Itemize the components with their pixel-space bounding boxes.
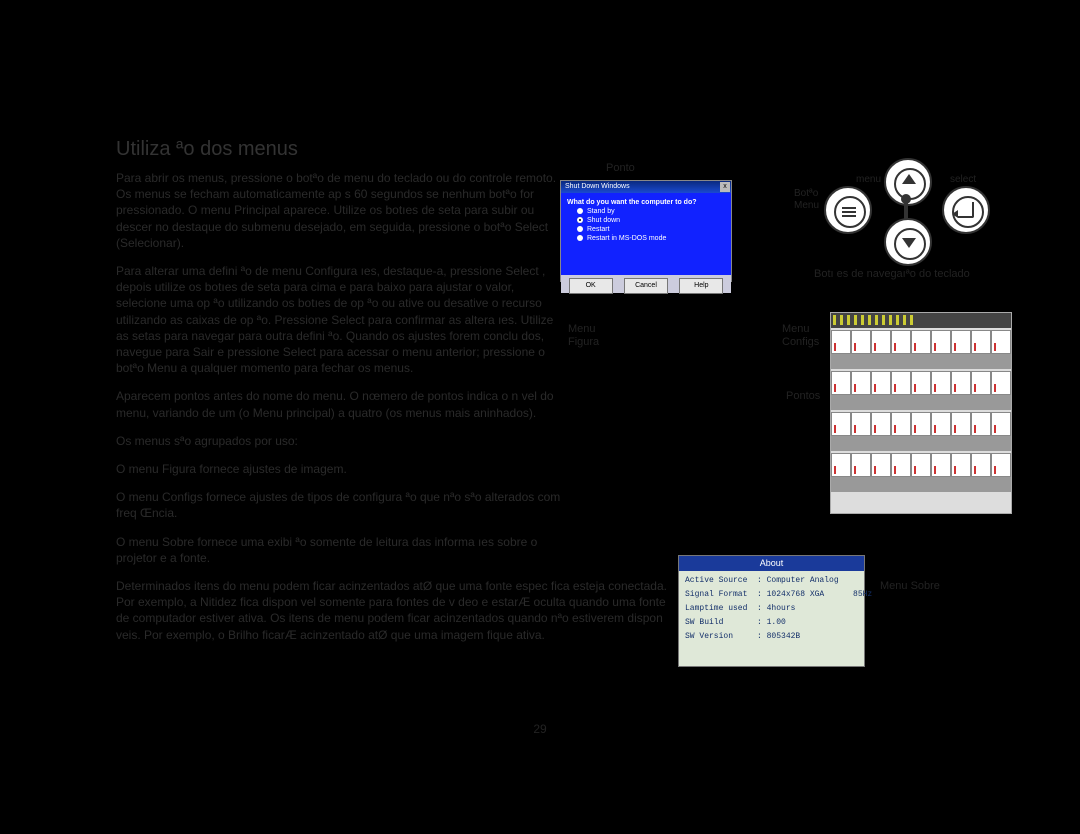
about-row: SW Build : 1.00: [685, 618, 858, 627]
about-row: SW Version : 805342B: [685, 632, 858, 641]
label-botao: Botªo: [794, 188, 818, 199]
radio-option: Restart: [577, 226, 725, 233]
screenshot-main-menu: Shut Down Windows x What do you want the…: [560, 180, 732, 282]
menu-icon: [842, 205, 858, 219]
enter-icon: [958, 202, 974, 218]
about-row: Lamptime used : 4hours: [685, 604, 858, 613]
bullet: O menu Sobre fornece uma exibi ªo soment…: [116, 534, 566, 566]
opt-label: Restart in MS-DOS mode: [587, 235, 666, 242]
label-botao-menu: Menu: [794, 200, 819, 211]
select-button[interactable]: [942, 186, 990, 234]
paragraph: Determinados itens do menu podem ficar a…: [116, 578, 676, 643]
about-row: Signal Format : 1024x768 XGA 85Hz: [685, 590, 858, 599]
configs-bar: [831, 477, 1011, 492]
configs-row: [831, 453, 1011, 477]
about-body: Active Source : Computer Analog Signal F…: [679, 571, 864, 651]
configs-row: [831, 371, 1011, 395]
page-title: Utiliza ªo dos menus: [116, 138, 298, 161]
about-row: Active Source : Computer Analog: [685, 576, 858, 585]
bullet: O menu Configs fornece ajustes de tipos …: [116, 489, 566, 521]
label-menu-sobre: Menu Sobre: [880, 580, 940, 592]
nav-down-button[interactable]: [884, 218, 932, 266]
window-title: Shut Down Windows: [565, 183, 630, 190]
label-select-small: select: [950, 174, 976, 185]
chevron-down-icon: [902, 238, 916, 248]
configs-bar: [831, 395, 1011, 410]
screenshot-about-menu: About Active Source : Computer Analog Si…: [678, 555, 865, 667]
dialog-body: What do you want the computer to do? Sta…: [561, 193, 731, 275]
label-ponto: Ponto: [606, 162, 635, 174]
paragraph: Para alterar uma defini ªo de menu Confi…: [116, 263, 566, 376]
configs-row: [831, 330, 1011, 354]
page-number: 29: [0, 722, 1080, 736]
bullet: O menu Figura fornece ajustes de imagem.: [116, 461, 566, 477]
ok-button: OK: [569, 278, 613, 294]
dialog-question: What do you want the computer to do?: [567, 199, 725, 206]
radio-option: Restart in MS-DOS mode: [577, 235, 725, 242]
about-header: About: [679, 556, 864, 571]
dialog-buttonbar: OK Cancel Help: [561, 275, 731, 293]
keypad-illustration: Botªo Menu menu select: [808, 158, 1008, 278]
configs-bar: [831, 313, 1011, 328]
body-column: Para abrir os menus, pressione o botªo d…: [116, 170, 566, 655]
opt-label: Restart: [587, 226, 610, 233]
radio-option: Stand by: [577, 208, 725, 215]
help-button: Help: [679, 278, 723, 294]
page: Utiliza ªo dos menus Para abrir os menus…: [0, 0, 1080, 834]
opt-label: Shut down: [587, 217, 620, 224]
configs-bar: [831, 436, 1011, 451]
cancel-button: Cancel: [624, 278, 668, 294]
radio-option: Shut down: [577, 217, 725, 224]
opt-label: Stand by: [587, 208, 615, 215]
label-menu2: Menu: [782, 323, 810, 335]
screenshot-menu-configs: [830, 312, 1012, 514]
window-titlebar: Shut Down Windows x: [561, 181, 731, 193]
label-nav-caption: Botı es de navegaıªo do teclado: [814, 268, 970, 280]
joystick-icon: [904, 202, 908, 220]
paragraph: Para abrir os menus, pressione o botªo d…: [116, 170, 566, 251]
configs-bar: [831, 354, 1011, 369]
paragraph: Aparecem pontos antes do nome do menu. O…: [116, 388, 566, 420]
paragraph: Os menus sªo agrupados por uso:: [116, 433, 566, 449]
label-menu: Menu: [568, 323, 596, 335]
label-menu-small: menu: [856, 174, 881, 185]
menu-button[interactable]: [824, 186, 872, 234]
close-icon: x: [720, 182, 730, 192]
configs-row: [831, 412, 1011, 436]
menu-button-inner: [834, 196, 866, 228]
label-pontos: Pontos: [786, 390, 820, 402]
label-figura: Figura: [568, 336, 599, 348]
label-configs: Configs: [782, 336, 819, 348]
chevron-up-icon: [902, 174, 916, 184]
